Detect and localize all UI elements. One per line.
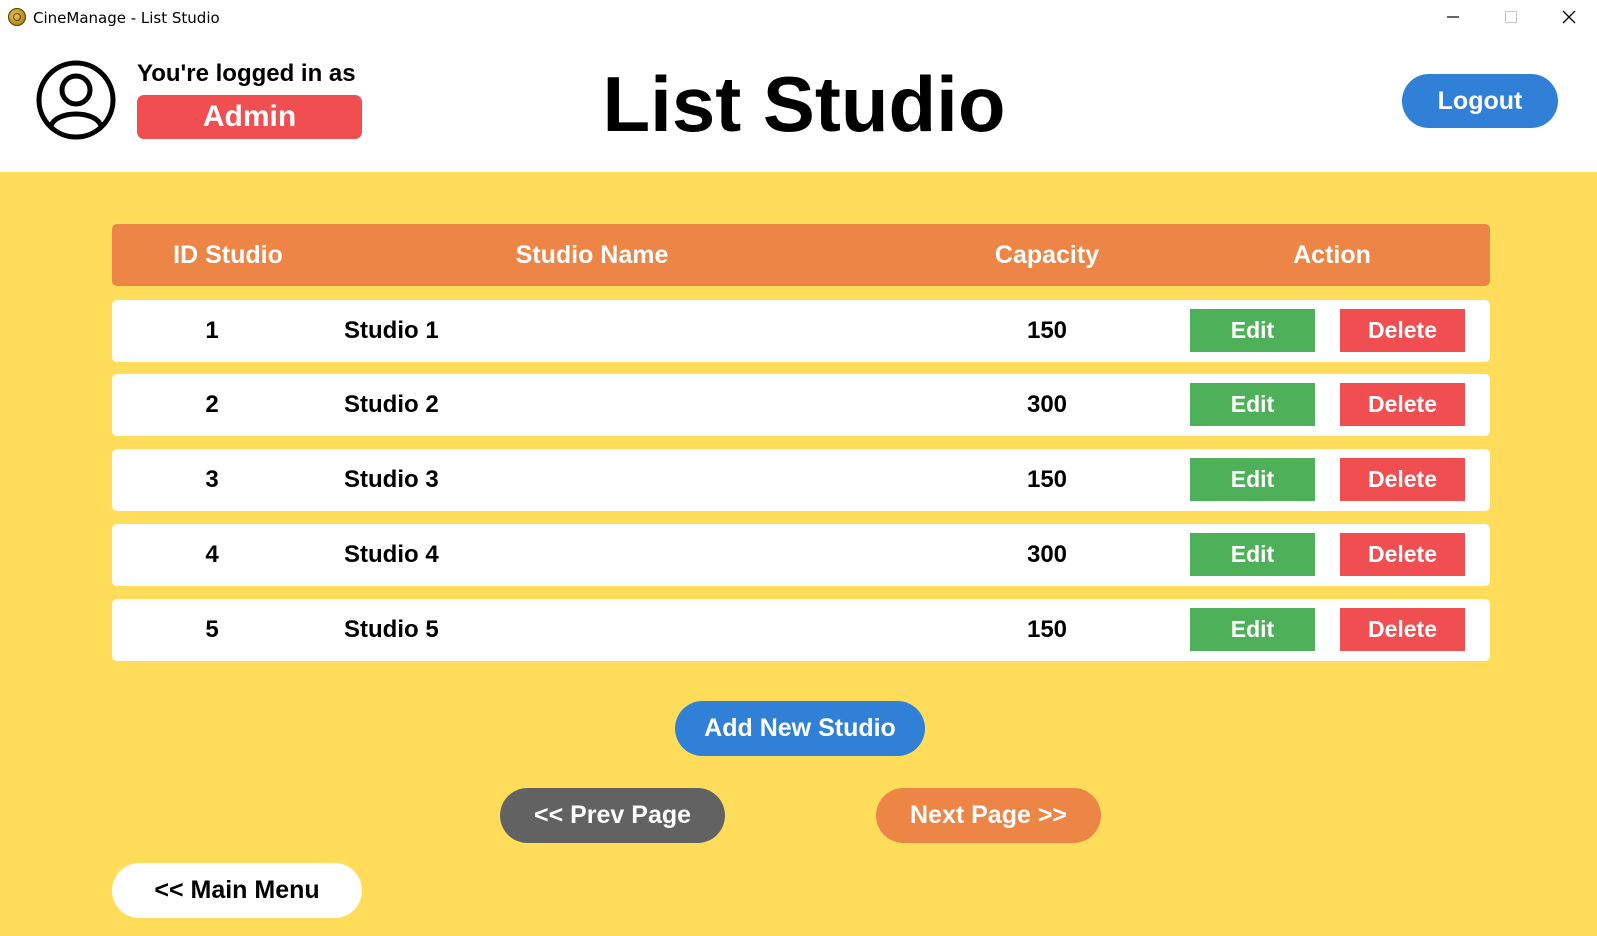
app-window: CineManage - List Studio You're logged i…	[0, 0, 1597, 936]
minimize-icon	[1447, 16, 1459, 18]
close-button[interactable]	[1541, 0, 1597, 34]
table-row: 1 Studio 1 150 Edit Delete	[112, 300, 1490, 362]
edit-button[interactable]: Edit	[1190, 383, 1315, 426]
cell-capacity: 300	[1026, 391, 1068, 418]
column-header-action: Action	[1293, 240, 1371, 269]
column-header-capacity: Capacity	[994, 240, 1100, 269]
cell-capacity: 150	[1026, 466, 1068, 493]
logged-in-label: You're logged in as	[137, 60, 356, 87]
edit-button[interactable]: Edit	[1190, 458, 1315, 501]
prev-page-button[interactable]: << Prev Page	[500, 788, 725, 843]
cell-id: 4	[205, 541, 219, 568]
cell-name: Studio 1	[344, 317, 439, 344]
table-row: 5 Studio 5 150 Edit Delete	[112, 599, 1490, 661]
app-reel-icon	[8, 8, 26, 26]
logout-button[interactable]: Logout	[1402, 74, 1558, 128]
cell-name: Studio 3	[344, 466, 439, 493]
edit-button[interactable]: Edit	[1190, 309, 1315, 352]
cell-capacity: 150	[1026, 616, 1068, 643]
user-avatar-icon	[36, 60, 116, 140]
main-menu-button[interactable]: << Main Menu	[112, 863, 362, 918]
close-icon	[1562, 10, 1576, 24]
cell-id: 1	[205, 317, 219, 344]
add-new-studio-button[interactable]: Add New Studio	[675, 701, 925, 756]
edit-button[interactable]: Edit	[1190, 533, 1315, 576]
main-content: ID Studio Studio Name Capacity Action 1 …	[0, 172, 1597, 936]
delete-button[interactable]: Delete	[1340, 608, 1465, 651]
column-header-id: ID Studio	[173, 240, 283, 269]
cell-id: 3	[205, 466, 219, 493]
next-page-button[interactable]: Next Page >>	[876, 788, 1101, 843]
table-header: ID Studio Studio Name Capacity Action	[112, 224, 1490, 286]
cell-name: Studio 5	[344, 616, 439, 643]
minimize-button[interactable]	[1425, 0, 1481, 34]
column-header-name: Studio Name	[515, 240, 669, 269]
delete-button[interactable]: Delete	[1340, 383, 1465, 426]
cell-name: Studio 2	[344, 391, 439, 418]
delete-button[interactable]: Delete	[1340, 458, 1465, 501]
page-header: You're logged in as Admin List Studio Lo…	[0, 34, 1597, 172]
role-badge: Admin	[137, 95, 362, 139]
cell-id: 5	[205, 616, 219, 643]
table-row: 2 Studio 2 300 Edit Delete	[112, 374, 1490, 436]
edit-button[interactable]: Edit	[1190, 608, 1315, 651]
maximize-button[interactable]	[1483, 0, 1539, 34]
title-bar: CineManage - List Studio	[0, 0, 1597, 34]
table-row: 4 Studio 4 300 Edit Delete	[112, 524, 1490, 586]
delete-button[interactable]: Delete	[1340, 533, 1465, 576]
cell-name: Studio 4	[344, 541, 439, 568]
table-row: 3 Studio 3 150 Edit Delete	[112, 449, 1490, 511]
delete-button[interactable]: Delete	[1340, 309, 1465, 352]
cell-capacity: 150	[1026, 317, 1068, 344]
window-title: CineManage - List Studio	[33, 9, 220, 27]
maximize-icon	[1505, 11, 1517, 23]
cell-capacity: 300	[1026, 541, 1068, 568]
cell-id: 2	[205, 391, 219, 418]
page-title: List Studio	[602, 60, 1006, 148]
